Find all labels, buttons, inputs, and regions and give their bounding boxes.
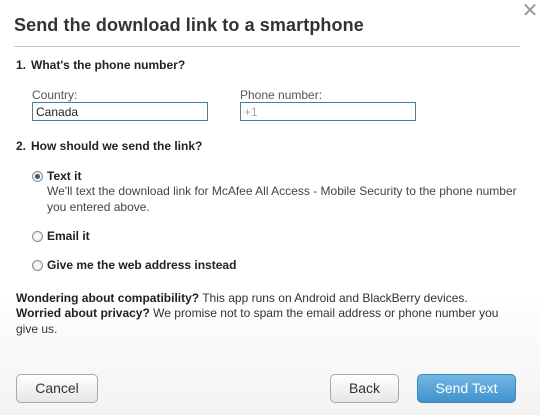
question-2-number: 2. xyxy=(16,139,27,153)
text-it-description: We'll text the download link for McAfee … xyxy=(47,184,517,214)
privacy-note: Worried about privacy? We promise not to… xyxy=(16,305,516,337)
country-label: Country: xyxy=(32,88,78,102)
cancel-button[interactable]: Cancel xyxy=(16,374,98,403)
text-it-label[interactable]: Text it xyxy=(47,169,81,183)
phone-number-field[interactable] xyxy=(240,102,416,121)
question-2: 2. How should we send the link? xyxy=(16,139,202,153)
send-link-dialog: ✕ Send the download link to a smartphone… xyxy=(0,0,540,415)
compatibility-text: This app runs on Android and BlackBerry … xyxy=(199,291,468,305)
question-1-number: 1. xyxy=(16,58,27,72)
title-divider xyxy=(14,46,520,47)
back-button[interactable]: Back xyxy=(330,374,399,403)
privacy-heading: Worried about privacy? xyxy=(16,306,150,320)
send-text-button[interactable]: Send Text xyxy=(417,374,516,403)
email-it-label[interactable]: Email it xyxy=(47,229,90,243)
question-2-text: How should we send the link? xyxy=(31,139,203,153)
question-1: 1. What's the phone number? xyxy=(16,58,185,72)
phone-number-label: Phone number: xyxy=(240,88,323,102)
email-it-radio[interactable] xyxy=(32,231,43,242)
compatibility-heading: Wondering about compatibility? xyxy=(16,291,200,305)
compatibility-note: Wondering about compatibility? This app … xyxy=(16,290,516,306)
web-address-label[interactable]: Give me the web address instead xyxy=(47,258,236,272)
close-icon[interactable]: ✕ xyxy=(521,1,539,21)
dialog-title: Send the download link to a smartphone xyxy=(14,15,364,35)
question-1-text: What's the phone number? xyxy=(31,58,186,72)
web-address-radio[interactable] xyxy=(32,260,43,271)
text-it-radio[interactable] xyxy=(32,171,43,182)
country-field[interactable] xyxy=(32,102,208,121)
